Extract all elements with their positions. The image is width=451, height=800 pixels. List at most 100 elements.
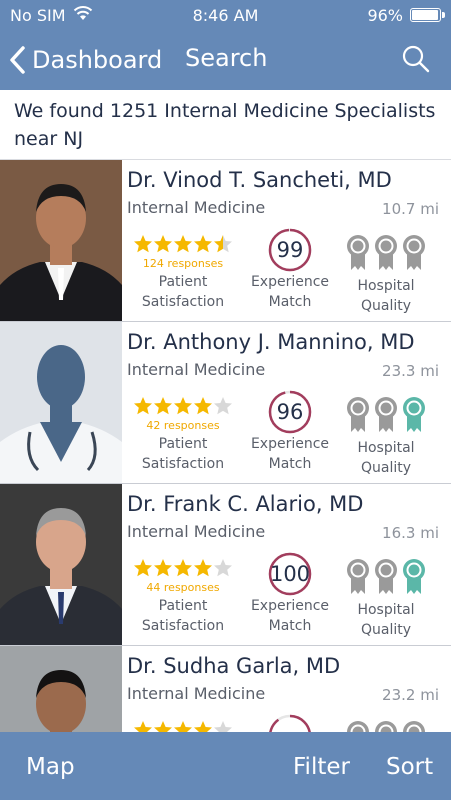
satisfaction-label-1: Patient <box>158 436 208 452</box>
experience-ring: 100 <box>268 552 312 596</box>
award-ribbon-icon <box>402 396 426 434</box>
award-ribbon-icon <box>374 396 398 434</box>
satisfaction-label-2: Satisfaction <box>141 456 225 472</box>
hospital-ribbons <box>338 396 434 434</box>
doctor-specialty: Internal Medicine <box>127 684 266 703</box>
sort-button[interactable]: Sort <box>386 754 433 780</box>
doctor-distance: 10.7 mi <box>382 200 439 218</box>
satisfaction-label-1: Patient <box>158 274 208 290</box>
star-icon <box>133 558 153 582</box>
doctor-specialty: Internal Medicine <box>127 522 266 541</box>
patient-satisfaction: PatientSatisfaction <box>128 718 238 732</box>
top-bar: No SIM 8:46 AM 96% Dashboard Search <box>0 0 451 90</box>
map-button[interactable]: Map <box>26 754 75 780</box>
award-ribbon-icon <box>346 396 370 434</box>
doctor-row[interactable]: Dr. Sudha Garla, MD Internal Medicine 23.2… <box>0 646 451 732</box>
doctor-list: Dr. Vinod T. Sancheti, MD Internal Medici… <box>0 160 451 732</box>
hospital-ribbons <box>338 558 434 596</box>
star-icon <box>173 720 193 732</box>
award-ribbon-icon <box>346 720 370 732</box>
star-icon <box>193 558 213 582</box>
star-rating <box>128 396 238 420</box>
response-count: 42 responses <box>146 419 220 432</box>
search-button[interactable] <box>401 44 431 74</box>
back-button[interactable]: Dashboard <box>8 40 162 80</box>
award-ribbon-icon <box>346 234 370 272</box>
doctor-specialty: Internal Medicine <box>127 360 266 379</box>
page-title: Search <box>185 44 268 72</box>
hospital-label-2: Quality <box>360 460 412 476</box>
doctor-name: Dr. Vinod T. Sancheti, MD <box>127 168 392 192</box>
experience-match: 96 Experience Match <box>245 390 335 474</box>
experience-match: 99 Experience Match <box>245 228 335 312</box>
patient-satisfaction: 124 responses Patient Satisfaction <box>128 232 238 312</box>
doctor-photo <box>0 160 122 321</box>
response-count: 44 responses <box>146 581 220 594</box>
award-ribbon-icon <box>402 720 426 732</box>
doctor-distance: 23.3 mi <box>382 362 439 380</box>
experience-label-1: Experience <box>250 598 330 614</box>
battery-icon <box>410 8 445 22</box>
doctor-distance: 23.2 mi <box>382 686 439 704</box>
doctor-name: Dr. Sudha Garla, MD <box>127 654 341 678</box>
star-icon <box>173 396 193 420</box>
nav-bar: Dashboard Search <box>0 30 451 90</box>
award-ribbon-icon <box>374 720 398 732</box>
star-icon <box>133 720 153 732</box>
experience-score <box>268 714 312 732</box>
doctor-photo <box>0 322 122 483</box>
award-ribbon-icon <box>374 234 398 272</box>
experience-match: ExperienceMatch <box>245 714 335 732</box>
filter-button[interactable]: Filter <box>293 754 350 780</box>
award-ribbon-icon <box>346 558 370 596</box>
experience-label-2: Match <box>268 294 312 310</box>
hospital-ribbons <box>338 234 434 272</box>
experience-ring: 99 <box>268 228 312 272</box>
award-ribbon-icon <box>374 558 398 596</box>
star-rating <box>128 558 238 582</box>
response-count: 124 responses <box>142 257 224 270</box>
doctor-row[interactable]: Dr. Vinod T. Sancheti, MD Internal Medici… <box>0 160 451 322</box>
hospital-quality: Hospital Quality <box>338 396 434 478</box>
star-icon <box>193 720 213 732</box>
star-icon <box>193 234 213 258</box>
results-summary: We found 1251 Internal Medicine Speciali… <box>0 90 451 160</box>
doctor-row[interactable]: Dr. Anthony J. Mannino, MD Internal Medic… <box>0 322 451 484</box>
patient-satisfaction: 44 responses Patient Satisfaction <box>128 556 238 636</box>
status-bar: No SIM 8:46 AM 96% <box>0 0 451 30</box>
hospital-ribbons <box>338 720 434 732</box>
star-icon <box>193 396 213 420</box>
experience-label-2: Match <box>268 456 312 472</box>
experience-label-2: Match <box>268 618 312 634</box>
search-icon <box>402 45 430 73</box>
star-icon <box>213 720 233 732</box>
star-icon <box>213 396 233 420</box>
star-icon <box>173 558 193 582</box>
experience-score: 96 <box>276 400 304 424</box>
star-icon <box>173 234 193 258</box>
hospital-label-2: Quality <box>360 298 412 314</box>
star-icon <box>153 396 173 420</box>
hospital-quality: HospitalQuality <box>338 234 434 316</box>
doctor-photo <box>0 646 122 732</box>
experience-ring: 96 <box>268 390 312 434</box>
experience-label-1: Experience <box>250 436 330 452</box>
experience-score: 100 <box>269 562 311 586</box>
experience-score: 99 <box>276 238 304 262</box>
star-icon <box>153 558 173 582</box>
doctor-photo <box>0 484 122 645</box>
doctor-row[interactable]: Dr. Frank C. Alario, MD Internal Medicine… <box>0 484 451 646</box>
hospital-quality: HospitalQuality <box>338 720 434 732</box>
doctor-distance: 16.3 mi <box>382 524 439 542</box>
star-icon <box>153 720 173 732</box>
hospital-label-1: Hospital <box>357 440 415 456</box>
star-icon <box>133 396 153 420</box>
hospital-label-1: Hospital <box>357 602 415 618</box>
star-icon <box>213 558 233 582</box>
doctor-name: Dr. Anthony J. Mannino, MD <box>127 330 415 354</box>
star-rating <box>128 720 238 732</box>
star-icon <box>213 234 233 258</box>
award-ribbon-icon <box>402 234 426 272</box>
battery-percent: 96% <box>367 6 403 25</box>
patient-satisfaction: 42 responses Patient Satisfaction <box>128 394 238 474</box>
